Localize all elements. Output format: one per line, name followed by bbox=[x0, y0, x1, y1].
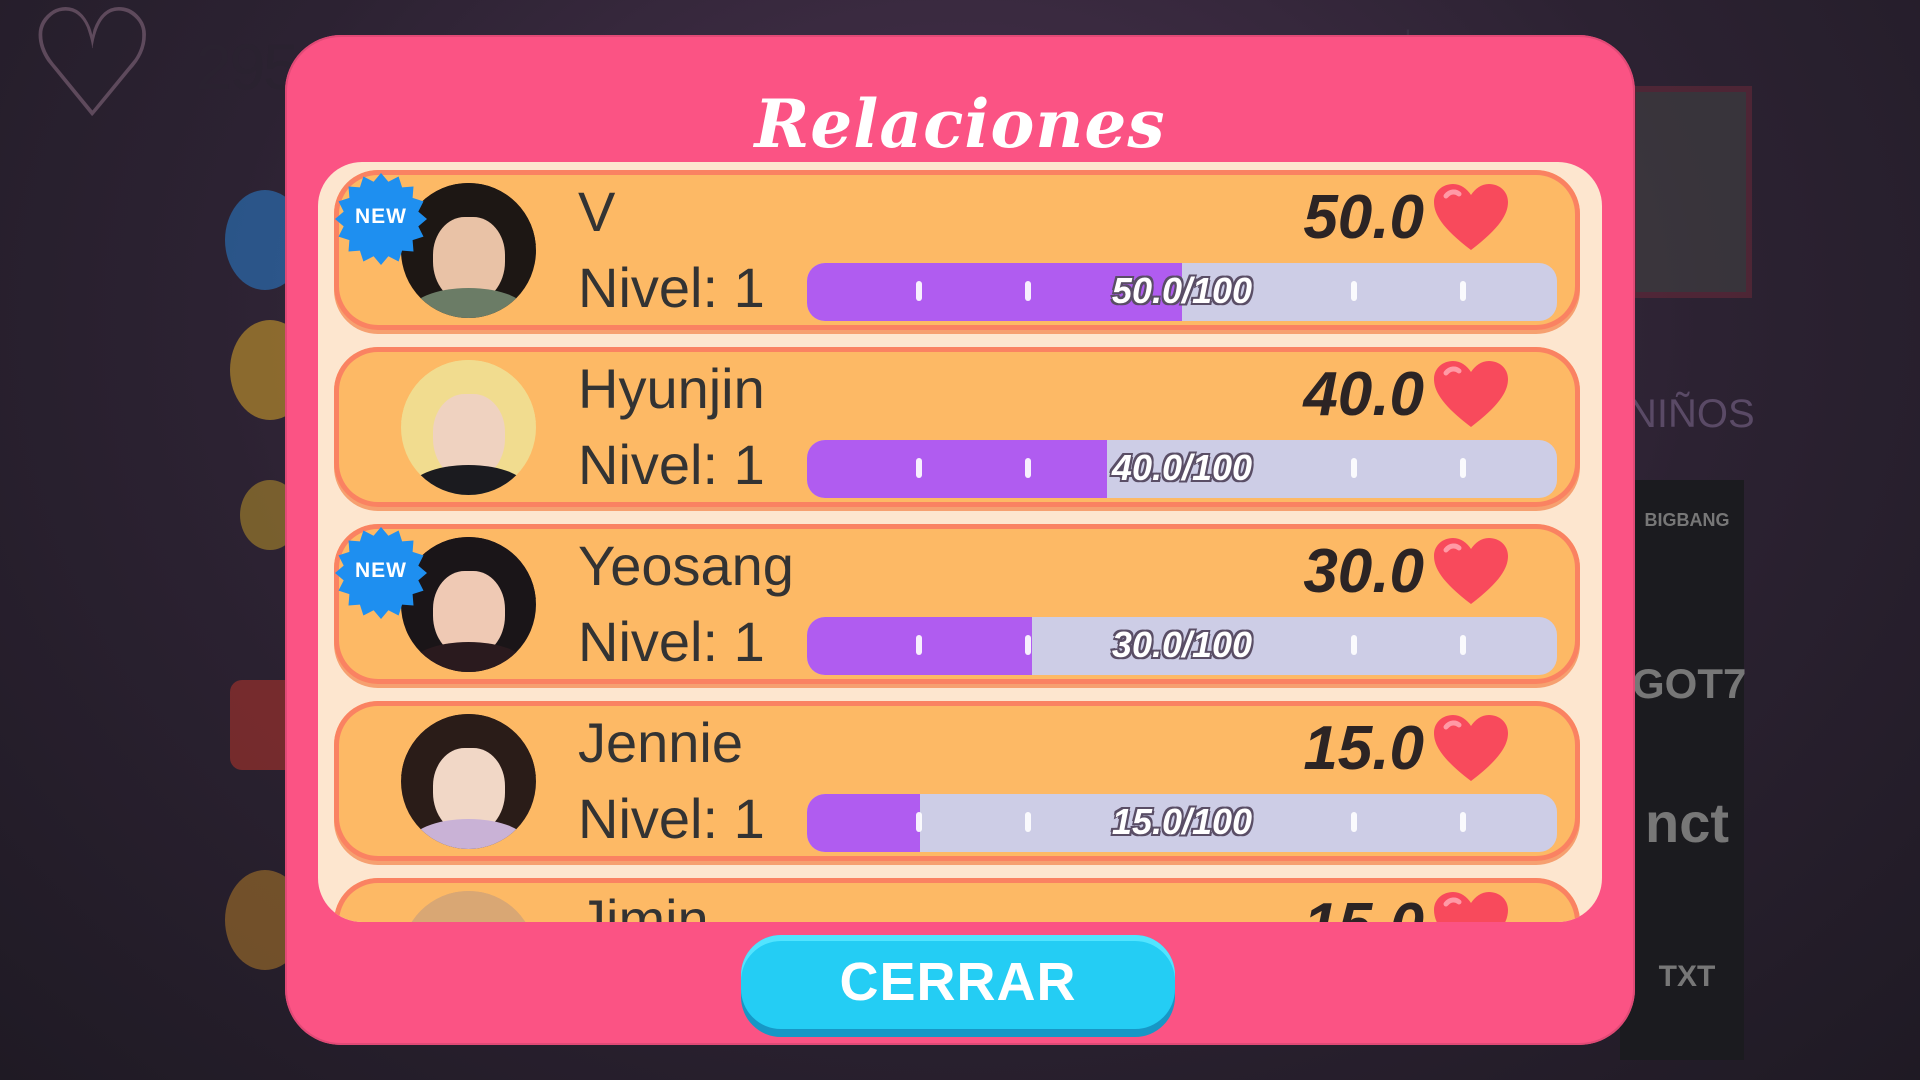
heart-icon bbox=[1432, 536, 1510, 608]
modal-title: Relaciones bbox=[754, 85, 1166, 163]
relation-name: Jennie bbox=[578, 711, 744, 774]
new-badge: NEW bbox=[335, 527, 427, 619]
relations-modal: Relaciones NEW V Nivel: 1 50.0 50.0/100 Hyunj… bbox=[285, 35, 1635, 1045]
relation-progress-bar: 50.0/100 bbox=[807, 263, 1557, 321]
avatar bbox=[401, 891, 536, 922]
relation-card[interactable]: Jennie Nivel: 1 15.0 15.0/100 bbox=[334, 701, 1580, 861]
relations-list[interactable]: NEW V Nivel: 1 50.0 50.0/100 Hyunjin Nivel: 1 4… bbox=[318, 162, 1602, 922]
relation-name: Jimin bbox=[578, 888, 709, 922]
relation-level: Nivel: 1 bbox=[578, 610, 765, 673]
avatar-hair bbox=[401, 891, 536, 922]
relation-level: Nivel: 1 bbox=[578, 433, 765, 496]
relation-score: 15.0 bbox=[1303, 714, 1424, 783]
relation-progress-bar: 15.0/100 bbox=[807, 794, 1557, 852]
relation-card[interactable]: NEW V Nivel: 1 50.0 50.0/100 bbox=[334, 170, 1580, 330]
heart-icon bbox=[1432, 182, 1510, 254]
relation-card[interactable]: NEW Yeosang Nivel: 1 30.0 30.0/100 bbox=[334, 524, 1580, 684]
background-group-logo: TXT bbox=[1658, 960, 1716, 993]
avatar-body bbox=[409, 288, 528, 318]
new-badge-label: NEW bbox=[355, 559, 407, 582]
relation-progress-bar: 30.0/100 bbox=[807, 617, 1557, 675]
relation-level: Nivel: 1 bbox=[578, 787, 765, 850]
background-avatar-frame bbox=[1630, 86, 1752, 298]
new-badge: NEW bbox=[335, 173, 427, 265]
close-button[interactable]: CERRAR bbox=[741, 935, 1175, 1029]
avatar bbox=[401, 714, 536, 849]
avatar-body bbox=[409, 642, 528, 672]
avatar bbox=[401, 360, 536, 495]
avatar-body bbox=[409, 819, 528, 849]
background-ninos-label: NIÑOS bbox=[1628, 392, 1755, 436]
background-group-logo: nct bbox=[1645, 791, 1729, 854]
relation-card[interactable]: Hyunjin Nivel: 1 40.0 40.0/100 bbox=[334, 347, 1580, 507]
avatar-body bbox=[409, 465, 528, 495]
progress-text: 50.0/100 bbox=[1111, 270, 1253, 311]
relation-card[interactable]: JiminNivel: 115.015.0/100 bbox=[334, 878, 1580, 922]
relation-progress-bar: 40.0/100 bbox=[807, 440, 1557, 498]
progress-text: 40.0/100 bbox=[1111, 447, 1253, 488]
new-badge-label: NEW bbox=[355, 205, 407, 228]
heart-icon bbox=[1432, 713, 1510, 785]
heart-icon bbox=[1432, 890, 1510, 922]
relation-level: Nivel: 1 bbox=[578, 256, 765, 319]
relation-name: Yeosang bbox=[578, 534, 794, 597]
background-group-logo: BIGBANG bbox=[1644, 510, 1730, 530]
background-group-logo: GOT7 bbox=[1632, 660, 1747, 707]
relation-score: 50.0 bbox=[1303, 183, 1424, 252]
relation-score: 40.0 bbox=[1303, 360, 1424, 429]
progress-text: 30.0/100 bbox=[1111, 624, 1253, 665]
heart-icon bbox=[1432, 359, 1510, 431]
relation-score: 15.0 bbox=[1303, 892, 1424, 923]
relation-name: Hyunjin bbox=[578, 357, 765, 420]
progress-text: 15.0/100 bbox=[1111, 801, 1253, 842]
relation-name: V bbox=[578, 180, 616, 243]
background-heart-icon: ♡ bbox=[25, 0, 160, 152]
relation-score: 30.0 bbox=[1303, 537, 1424, 606]
